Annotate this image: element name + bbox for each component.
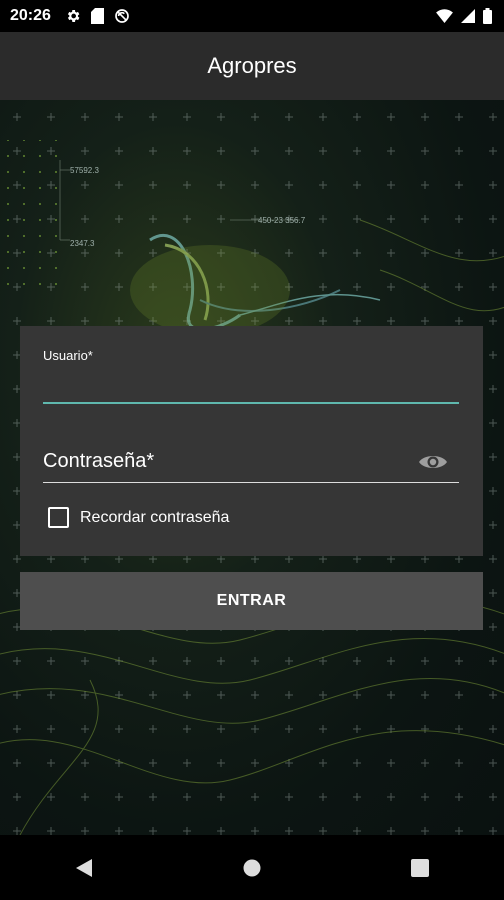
sync-off-icon [115, 9, 129, 23]
recents-icon [411, 858, 429, 877]
status-bar: 20:26 [0, 0, 504, 32]
home-button[interactable] [222, 848, 282, 888]
status-icons-left [65, 8, 130, 24]
eye-icon[interactable] [418, 452, 448, 472]
username-input[interactable] [43, 368, 459, 404]
password-input[interactable] [43, 444, 459, 483]
signal-icon [461, 9, 475, 23]
home-icon [243, 859, 261, 876]
background-label-1: 57592.3 [70, 166, 99, 175]
wifi-icon [436, 9, 453, 23]
status-time: 20:26 [10, 7, 51, 24]
login-card: Usuario* Contraseña* Recordar contraseña [20, 326, 483, 556]
recents-button[interactable] [390, 848, 450, 888]
background-label-2: 2347.3 [70, 239, 95, 248]
back-icon [76, 858, 92, 877]
status-icons-right [436, 8, 492, 24]
back-button[interactable] [54, 848, 114, 888]
battery-icon [483, 8, 492, 24]
gear-icon [67, 10, 80, 22]
enter-button[interactable]: ENTRAR [20, 572, 483, 630]
username-label: Usuario* [43, 348, 93, 363]
sd-card-icon [90, 8, 104, 24]
app-title: Agropres [207, 53, 297, 78]
remember-label: Recordar contraseña [80, 508, 230, 526]
remember-checkbox[interactable] [48, 507, 69, 528]
background-label-3: 450-23 356.7 [258, 216, 306, 225]
navigation-bar [0, 835, 504, 900]
app-bar: Agropres [0, 32, 504, 100]
remember-password-option[interactable]: Recordar contraseña [48, 507, 229, 528]
